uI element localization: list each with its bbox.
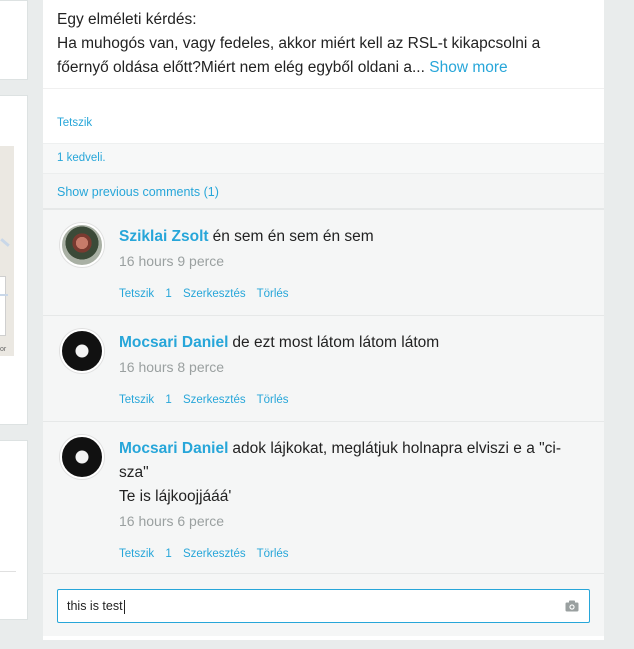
comment-timestamp[interactable]: 16 hours 8 perce [119, 356, 584, 378]
comment-like-count[interactable]: 1 [165, 394, 171, 406]
comment-like-link[interactable]: Tetszik [119, 394, 154, 406]
comment: Mocsari Daniel adok lájkokat, meglátjuk h… [43, 422, 604, 574]
left-card-map: or [0, 95, 28, 425]
post-text: Egy elméleti kérdés: Ha muhogós van, vag… [57, 8, 590, 80]
post-line-text: főernyő oldása előtt?Miért nem elég egyb… [57, 59, 425, 76]
comment-text: de ezt most látom látom látom [232, 334, 440, 351]
map-fragment[interactable] [0, 146, 14, 356]
comment-delete-link[interactable]: Törlés [257, 548, 289, 560]
comment-text: én sem én sem én sem [212, 228, 374, 245]
post-line: Ha muhogós van, vagy fedeles, akkor miér… [57, 35, 541, 52]
show-previous-comments-link[interactable]: Show previous comments (1) [57, 185, 219, 199]
comment-author[interactable]: Mocsari Daniel [119, 334, 228, 351]
map-road [0, 294, 8, 296]
comment-input-value: this is test [67, 599, 123, 613]
comment-like-count[interactable]: 1 [165, 288, 171, 300]
post-like-row: Tetszik [43, 88, 604, 143]
avatar[interactable] [60, 223, 104, 267]
post-card: Egy elméleti kérdés: Ha muhogós van, vag… [43, 0, 604, 640]
comment: Sziklai Zsolt én sem én sem én sem 16 hou… [43, 210, 604, 316]
left-card-bottom [0, 440, 28, 620]
map-credit: or [0, 346, 7, 353]
comment-line: Te is lájkoojjááá' [119, 488, 232, 505]
comment-like-link[interactable]: Tetszik [119, 548, 154, 560]
comment: Mocsari Daniel de ezt most látom látom lá… [43, 316, 604, 422]
comment-delete-link[interactable]: Törlés [257, 288, 289, 300]
text-caret [123, 599, 125, 614]
comment-like-link[interactable]: Tetszik [119, 288, 154, 300]
comment-actions: Tetszik 1 Szerkesztés Törlés [119, 288, 297, 300]
comment-line: Sziklai Zsolt én sem én sem én sem [119, 225, 584, 249]
post-like-link[interactable]: Tetszik [57, 117, 92, 129]
camera-icon[interactable] [565, 600, 579, 612]
comment-edit-link[interactable]: Szerkesztés [183, 288, 246, 300]
left-column: or [0, 0, 30, 649]
comment-edit-link[interactable]: Szerkesztés [183, 548, 246, 560]
comment-author[interactable]: Sziklai Zsolt [119, 228, 209, 245]
comment-like-count[interactable]: 1 [165, 548, 171, 560]
comment-actions: Tetszik 1 Szerkesztés Törlés [119, 394, 297, 406]
comment-actions: Tetszik 1 Szerkesztés Törlés [119, 548, 297, 560]
comment-content: Mocsari Daniel adok lájkokat, meglátjuk h… [119, 437, 584, 532]
post-line: főernyő oldása előtt?Miért nem elég egyb… [57, 56, 590, 80]
likes-count-link[interactable]: 1 kedveli. [57, 152, 106, 164]
comment-input-area: this is test [43, 574, 604, 636]
comment-author[interactable]: Mocsari Daniel [119, 440, 228, 457]
comment-line: sza" [119, 464, 149, 481]
post-line: Egy elméleti kérdés: [57, 11, 197, 28]
left-card-top [0, 0, 28, 80]
likes-count-row: 1 kedveli. [43, 143, 604, 173]
comment-text: adok lájkokat, meglátjuk holnapra elvisz… [232, 440, 561, 457]
comment-timestamp[interactable]: 16 hours 6 perce [119, 510, 584, 532]
comment-timestamp[interactable]: 16 hours 9 perce [119, 250, 584, 272]
comment-input[interactable]: this is test [57, 589, 590, 623]
map-road [0, 238, 10, 247]
right-gutter [618, 0, 634, 649]
avatar[interactable] [60, 435, 104, 479]
comment-delete-link[interactable]: Törlés [257, 394, 289, 406]
comment-content: Mocsari Daniel de ezt most látom látom lá… [119, 331, 584, 378]
post-body: Egy elméleti kérdés: Ha muhogós van, vag… [43, 0, 604, 88]
show-more-link[interactable]: Show more [429, 59, 507, 76]
comment-edit-link[interactable]: Szerkesztés [183, 394, 246, 406]
divider [0, 571, 16, 572]
comment-line: Mocsari Daniel adok lájkokat, meglátjuk h… [119, 437, 584, 461]
previous-comments-row: Show previous comments (1) [43, 173, 604, 210]
comment-line: Mocsari Daniel de ezt most látom látom lá… [119, 331, 584, 355]
map-popup [0, 276, 6, 336]
comment-content: Sziklai Zsolt én sem én sem én sem 16 hou… [119, 225, 584, 272]
avatar[interactable] [60, 329, 104, 373]
